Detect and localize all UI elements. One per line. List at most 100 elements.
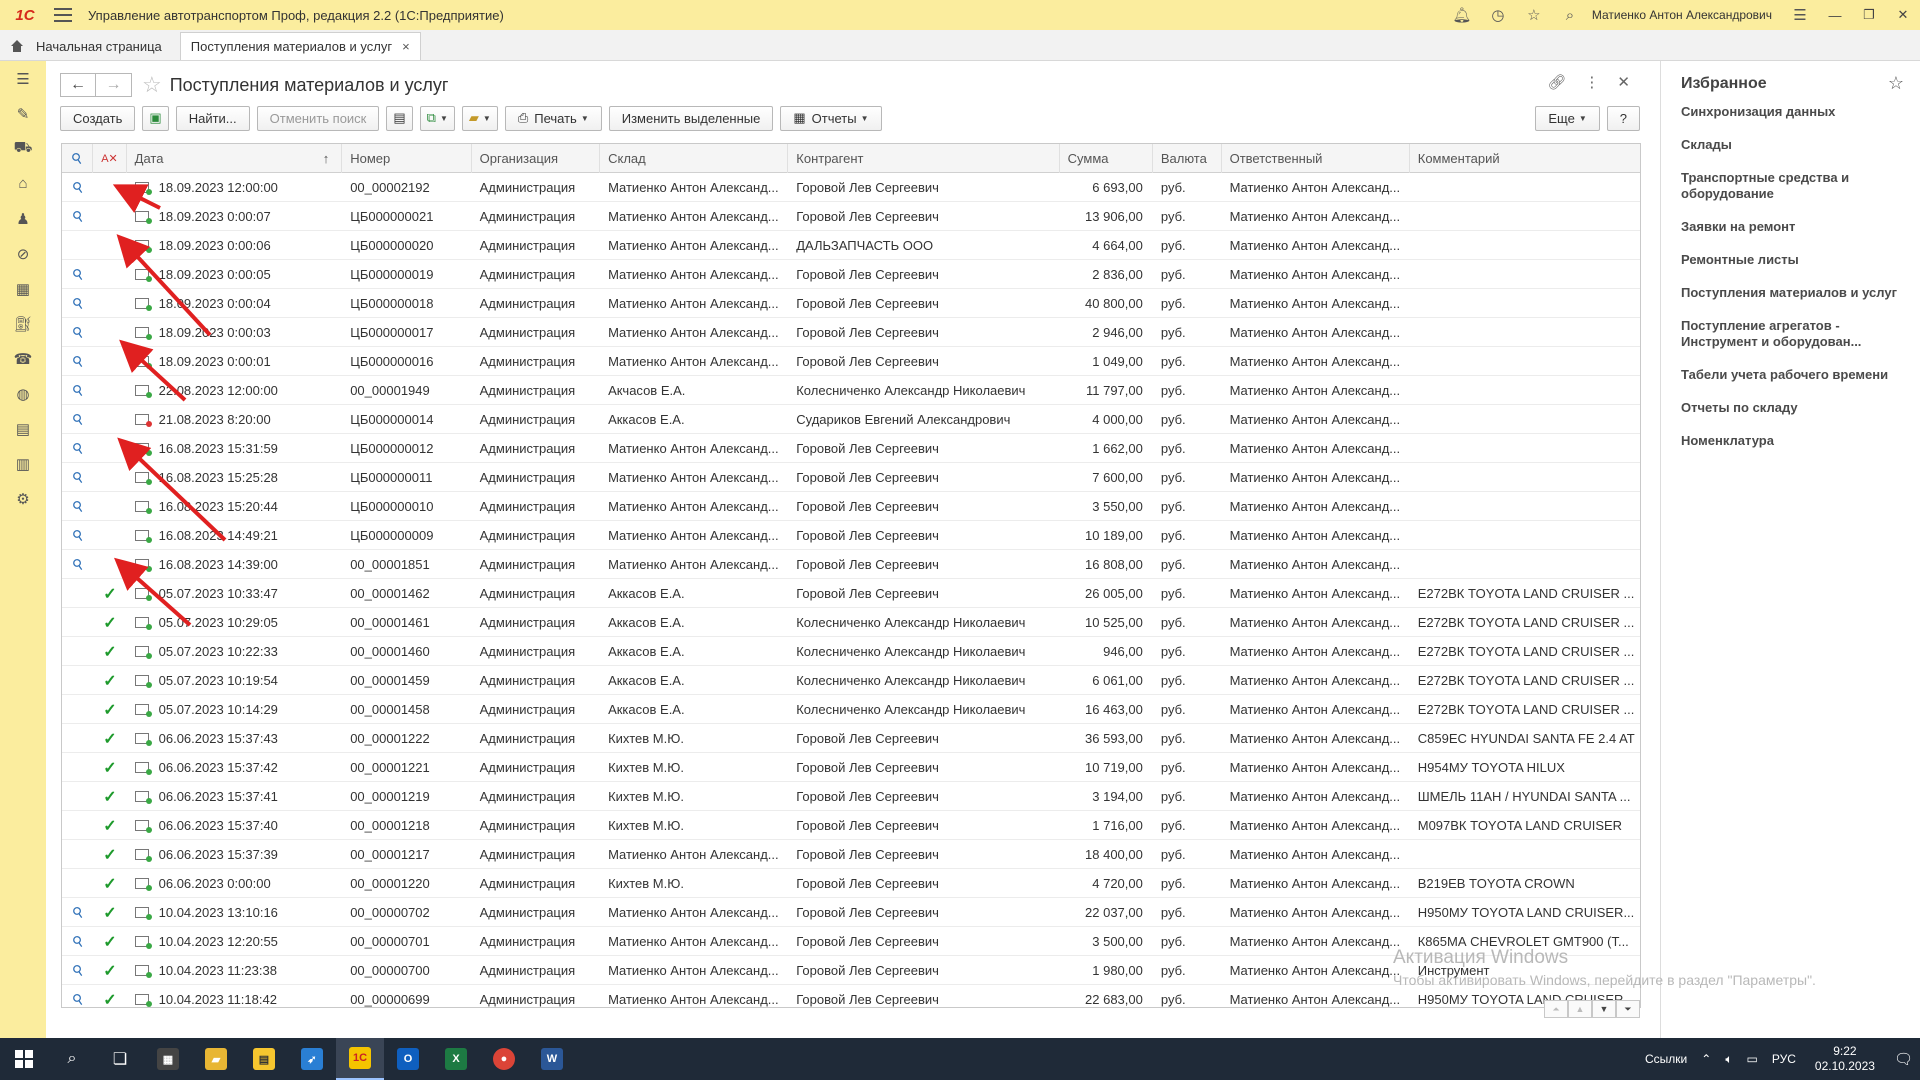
scroll-down-button[interactable]: ▼ <box>1592 1000 1616 1018</box>
more-vertical-icon[interactable]: ⋮ <box>1584 73 1599 91</box>
status-column-header[interactable]: A✕ <box>93 144 127 173</box>
restore-button[interactable]: ❐ <box>1852 0 1886 30</box>
fuel-icon[interactable]: ⛽︎ <box>0 306 46 341</box>
copy-document-button[interactable]: ▣ <box>142 105 169 131</box>
app-logo[interactable]: 1С <box>8 0 42 30</box>
settings-menu-icon[interactable]: ☰ <box>1782 0 1818 30</box>
word-app-icon[interactable]: W <box>528 1038 576 1080</box>
search-icon[interactable]: ⌕ <box>1552 0 1588 30</box>
find-button[interactable]: Найти... <box>175 105 250 131</box>
support-icon[interactable]: ☎ <box>0 341 46 376</box>
favorite-link[interactable]: Синхронизация данных <box>1681 104 1911 120</box>
print-button[interactable]: ⎙ Печать ▼ <box>504 105 602 131</box>
create-based-on-button[interactable]: ⧉ ▼ <box>419 105 455 131</box>
table-row[interactable]: ✓ 06.06.2023 15:37:40 00_00001218 Администр… <box>62 811 1640 840</box>
table-row[interactable]: ⚲ 21.08.2023 8:20:00 ЦБ000000014 Администра… <box>62 405 1640 434</box>
tab-home[interactable]: Начальная страница <box>0 32 172 60</box>
help-button[interactable]: ? <box>1606 105 1640 131</box>
favorite-link[interactable]: Транспортные средства и оборудование <box>1681 170 1911 202</box>
comment-column-header[interactable]: Комментарий <box>1410 144 1640 173</box>
sticky-notes-app-icon[interactable]: ▤ <box>240 1038 288 1080</box>
notifications-icon[interactable]: 🗨︎ <box>1894 1050 1913 1068</box>
scroll-bottom-button[interactable]: ⏷ <box>1616 1000 1640 1018</box>
gear-icon[interactable]: ⚙ <box>0 481 46 516</box>
start-button[interactable] <box>0 1038 48 1080</box>
table-row[interactable]: ✓ 05.07.2023 10:22:33 00_00001460 Администр… <box>62 637 1640 666</box>
list-view-button[interactable]: ▤ <box>386 105 413 131</box>
close-form-icon[interactable]: ✕ <box>1617 73 1630 91</box>
onec-app-icon[interactable]: 1С <box>336 1038 384 1080</box>
table-row[interactable]: ⚲ 18.09.2023 0:00:01 ЦБ000000016 Администра… <box>62 347 1640 376</box>
volume-icon[interactable]: 🔈︎ <box>1725 1052 1732 1067</box>
table-row[interactable]: ✓ 05.07.2023 10:19:54 00_00001459 Администр… <box>62 666 1640 695</box>
tray-expand-icon[interactable]: ⌃ <box>1701 1052 1711 1066</box>
organization-column-header[interactable]: Организация <box>472 144 601 173</box>
table-row[interactable]: ✓ 06.06.2023 15:37:39 00_00001217 Администр… <box>62 840 1640 869</box>
documents-table[interactable]: ⚲ A✕ Дата ↑ Номер Организация Склад Конт… <box>61 143 1641 1008</box>
table-row[interactable]: ⚲ 16.08.2023 15:20:44 ЦБ000000010 Администр… <box>62 492 1640 521</box>
attachment-column-header[interactable]: ⚲ <box>62 144 94 173</box>
responsible-column-header[interactable]: Ответственный <box>1222 144 1410 173</box>
favorite-link[interactable]: Заявки на ремонт <box>1681 219 1911 235</box>
table-row[interactable]: ⚲ 16.08.2023 15:25:28 ЦБ000000011 Администр… <box>62 463 1640 492</box>
network-icon[interactable]: ▭ <box>1747 1052 1758 1066</box>
table-row[interactable]: ⚲ ✓ 10.04.2023 11:18:42 00_00000699 Админист… <box>62 985 1640 1007</box>
reports-icon[interactable]: ▤ <box>0 411 46 446</box>
tab-receipts[interactable]: Поступления материалов и услуг × <box>179 32 421 60</box>
warehouse-icon[interactable]: ⌂ <box>0 166 46 201</box>
tire-icon[interactable]: ⊘ <box>0 236 46 271</box>
forward-button[interactable]: → <box>96 73 132 97</box>
warehouse-column-header[interactable]: Склад <box>600 144 789 173</box>
date-column-header[interactable]: Дата ↑ <box>127 144 343 173</box>
table-row[interactable]: ⚲ ✓ 10.04.2023 13:10:16 00_00000702 Админист… <box>62 898 1640 927</box>
task-view-icon[interactable]: ❏ <box>96 1038 144 1080</box>
excel-app-icon[interactable]: X <box>432 1038 480 1080</box>
add-favorite-star-icon[interactable]: ☆ <box>142 72 162 98</box>
table-row[interactable]: ⚲ 18.09.2023 12:00:00 00_00002192 Администр… <box>62 173 1640 202</box>
table-row[interactable]: ⚲ 18.09.2023 0:00:03 ЦБ000000017 Администра… <box>62 318 1640 347</box>
currency-column-header[interactable]: Валюта <box>1153 144 1222 173</box>
table-row[interactable]: ✓ 05.07.2023 10:14:29 00_00001458 Администр… <box>62 695 1640 724</box>
counterparty-column-header[interactable]: Контрагент <box>788 144 1060 173</box>
scroll-top-button[interactable]: ⏶ <box>1544 1000 1568 1018</box>
favorites-star-icon[interactable]: ☆ <box>1516 0 1552 30</box>
favorite-link[interactable]: Номенклатура <box>1681 433 1911 449</box>
favorite-link[interactable]: Склады <box>1681 137 1911 153</box>
menu-icon[interactable]: ☰ <box>0 61 46 96</box>
table-row[interactable]: ✓ 06.06.2023 15:37:43 00_00001222 Администр… <box>62 724 1640 753</box>
main-menu-icon[interactable] <box>54 8 72 22</box>
bell-icon[interactable]: 🔔︎ <box>1444 0 1480 30</box>
back-button[interactable]: ← <box>60 73 96 97</box>
favorite-link[interactable]: Поступления материалов и услуг <box>1681 285 1911 301</box>
favorites-star-icon[interactable]: ☆ <box>1888 73 1904 94</box>
people-icon[interactable]: ♟ <box>0 201 46 236</box>
minimize-button[interactable]: — <box>1818 0 1852 30</box>
table-row[interactable]: ⚲ 16.08.2023 14:39:00 00_00001851 Администр… <box>62 550 1640 579</box>
favorite-link[interactable]: Ремонтные листы <box>1681 252 1911 268</box>
wrench-icon[interactable]: ✎ <box>0 96 46 131</box>
number-column-header[interactable]: Номер <box>342 144 472 173</box>
close-tab-icon[interactable]: × <box>402 39 410 54</box>
explorer-app-icon[interactable]: ▰ <box>192 1038 240 1080</box>
table-row[interactable]: ⚲ 16.08.2023 14:49:21 ЦБ000000009 Администр… <box>62 521 1640 550</box>
more-button[interactable]: Еще ▼ <box>1535 105 1600 131</box>
truck-icon[interactable]: ⛟ <box>0 131 46 166</box>
table-row[interactable]: ✓ 06.06.2023 15:37:41 00_00001219 Администр… <box>62 782 1640 811</box>
table-row[interactable]: 18.09.2023 0:00:06 ЦБ000000020 Администрац… <box>62 231 1640 260</box>
calculator-app-icon[interactable]: ▦ <box>144 1038 192 1080</box>
table-row[interactable]: ⚲ 18.09.2023 0:00:05 ЦБ000000019 Администра… <box>62 260 1640 289</box>
table-row[interactable]: ⚲ 18.09.2023 0:00:04 ЦБ000000018 Администра… <box>62 289 1640 318</box>
link-icon[interactable]: 🔗︎ <box>1547 73 1566 91</box>
money-icon[interactable]: ◍ <box>0 376 46 411</box>
user-name[interactable]: Матиенко Антон Александрович <box>1592 8 1772 22</box>
table-row[interactable]: ⚲ 18.09.2023 0:00:07 ЦБ000000021 Администра… <box>62 202 1640 231</box>
calculator-icon[interactable]: ▦ <box>0 271 46 306</box>
favorite-link[interactable]: Табели учета рабочего времени <box>1681 367 1911 383</box>
close-window-button[interactable]: ✕ <box>1886 0 1920 30</box>
language-indicator[interactable]: РУС <box>1772 1052 1796 1066</box>
favorite-link[interactable]: Поступление агрегатов - Инструмент и обо… <box>1681 318 1911 350</box>
table-row[interactable]: ⚲ 16.08.2023 15:31:59 ЦБ000000012 Администр… <box>62 434 1640 463</box>
attachments-button[interactable]: ▰ ▼ <box>461 105 498 131</box>
create-button[interactable]: Создать <box>60 105 136 131</box>
change-selected-button[interactable]: Изменить выделенные <box>608 105 774 131</box>
